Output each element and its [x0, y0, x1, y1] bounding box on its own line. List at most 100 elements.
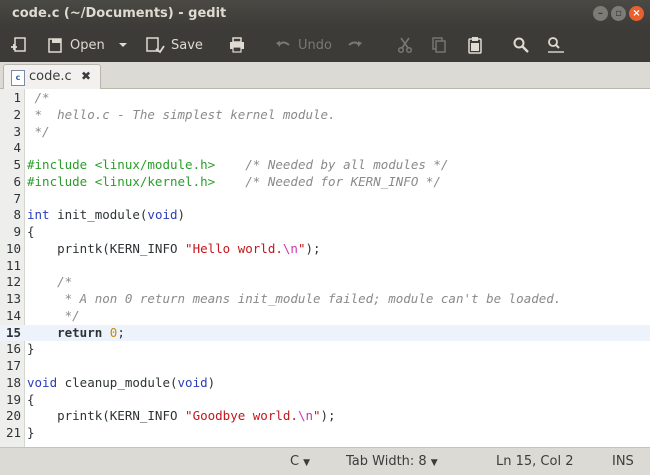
- line-number: 3: [13, 123, 21, 139]
- code-line[interactable]: 11: [0, 258, 650, 275]
- line-number: 21: [5, 425, 21, 440]
- line-number: 15: [5, 324, 21, 340]
- code-line[interactable]: 6 #include <linux/kernel.h> /* Needed for…: [0, 174, 650, 191]
- search-button[interactable]: [512, 28, 530, 62]
- open-button[interactable]: Open: [46, 28, 105, 62]
- new-document-icon: [11, 37, 26, 52]
- code-text[interactable]: }: [27, 425, 35, 442]
- code-text[interactable]: {: [27, 224, 35, 241]
- code-text[interactable]: */: [27, 308, 80, 325]
- line-number: 9: [13, 224, 21, 239]
- redo-button[interactable]: [346, 28, 364, 62]
- code-line[interactable]: 12 /*: [0, 274, 650, 291]
- line-number: 7: [13, 190, 21, 206]
- code-line[interactable]: 17: [0, 358, 650, 375]
- code-line[interactable]: 18 void cleanup_module(void): [0, 375, 650, 392]
- code-text[interactable]: }: [27, 341, 35, 358]
- code-text[interactable]: printk(KERN_INFO "Goodbye world.\n");: [27, 408, 336, 425]
- code-line[interactable]: 9{: [0, 224, 650, 241]
- line-number: 6: [13, 173, 21, 189]
- code-text[interactable]: return 0;: [27, 325, 125, 342]
- code-line[interactable]: 13 * A non 0 return means init_module fa…: [0, 291, 650, 308]
- open-label: Open: [70, 37, 105, 53]
- search-replace-icon: [548, 37, 564, 53]
- line-number: 2: [13, 106, 21, 122]
- code-text[interactable]: /*: [27, 274, 72, 291]
- language-dropdown-icon: ▼: [303, 458, 310, 468]
- search-icon: [513, 37, 529, 53]
- code-text[interactable]: {: [27, 392, 35, 409]
- insert-mode: INS: [612, 454, 634, 469]
- window-controls: – ▫ ×: [593, 6, 644, 21]
- code-text[interactable]: */: [27, 124, 50, 141]
- undo-label: Undo: [298, 37, 332, 53]
- line-number: 11: [5, 257, 21, 273]
- minimize-icon[interactable]: –: [593, 6, 608, 21]
- tab-width-selector[interactable]: Tab Width: 8 ▼: [346, 454, 438, 469]
- code-line[interactable]: 7: [0, 191, 650, 208]
- save-icon: [146, 37, 165, 54]
- code-line[interactable]: 15 return 0;: [0, 324, 650, 342]
- code-text[interactable]: #include <linux/module.h> /* Needed by a…: [27, 157, 448, 174]
- code-text[interactable]: * A non 0 return means init_module faile…: [27, 291, 562, 308]
- text-editor[interactable]: 1 /* 2 * hello.c - The simplest kernel mo…: [0, 89, 650, 447]
- line-number: 16: [5, 341, 21, 357]
- close-icon[interactable]: ×: [629, 6, 644, 21]
- line-number: 5: [13, 157, 21, 172]
- code-line[interactable]: 16}: [0, 341, 650, 358]
- line-number: 13: [5, 291, 21, 306]
- maximize-icon[interactable]: ▫: [611, 6, 626, 21]
- cut-button[interactable]: [396, 28, 414, 62]
- tab-width-label: Tab Width: 8: [346, 454, 427, 469]
- code-text[interactable]: #include <linux/kernel.h> /* Needed for …: [27, 174, 441, 191]
- undo-button[interactable]: Undo: [274, 28, 332, 62]
- code-text[interactable]: printk(KERN_INFO "Hello world.\n");: [27, 241, 320, 258]
- new-document-button[interactable]: [10, 28, 28, 62]
- line-number: 12: [5, 274, 21, 290]
- code-text[interactable]: void cleanup_module(void): [27, 375, 215, 392]
- tab-width-dropdown-icon: ▼: [430, 458, 438, 468]
- c-source-file-icon: c: [11, 70, 25, 86]
- code-line[interactable]: 19 {: [0, 392, 650, 409]
- save-button[interactable]: Save: [145, 28, 203, 62]
- line-number: 10: [5, 240, 21, 256]
- print-button[interactable]: [228, 28, 246, 62]
- title-bar[interactable]: code.c (~/Documents) - gedit – ▫ ×: [0, 0, 650, 28]
- code-line[interactable]: 21}: [0, 425, 650, 442]
- code-line[interactable]: 4: [0, 140, 650, 157]
- undo-icon: [276, 41, 290, 47]
- code-line[interactable]: 3 */: [0, 124, 650, 141]
- print-icon: [230, 37, 244, 53]
- code-line[interactable]: 20 printk(KERN_INFO "Goodbye world.\n");: [0, 408, 650, 425]
- tab-code-c[interactable]: c code.c ✖: [3, 64, 101, 89]
- window-title: code.c (~/Documents) - gedit: [12, 6, 227, 21]
- open-recent-dropdown[interactable]: [118, 28, 128, 62]
- copy-button[interactable]: [430, 28, 448, 62]
- cursor-position: Ln 15, Col 2: [496, 454, 574, 469]
- line-number: 1: [13, 90, 21, 105]
- line-number: 19: [5, 391, 21, 407]
- paste-icon: [468, 37, 482, 54]
- search-replace-button[interactable]: [546, 28, 566, 62]
- status-bar: C ▼ Tab Width: 8 ▼ Ln 15, Col 2 INS: [0, 447, 650, 475]
- language-selector[interactable]: C ▼: [290, 454, 310, 469]
- code-text[interactable]: /*: [27, 90, 50, 107]
- code-line[interactable]: 5 #include <linux/module.h> /* Needed by …: [0, 157, 650, 174]
- code-line[interactable]: 8 int init_module(void): [0, 207, 650, 224]
- cut-icon: [397, 37, 413, 54]
- code-line[interactable]: 1 /*: [0, 90, 650, 107]
- dropdown-arrow-icon: [119, 43, 127, 47]
- copy-icon: [432, 37, 446, 53]
- line-number: 17: [5, 358, 21, 373]
- tab-close-icon[interactable]: ✖: [81, 69, 91, 83]
- line-number: 8: [13, 207, 21, 223]
- paste-button[interactable]: [466, 28, 484, 62]
- code-text[interactable]: * hello.c - The simplest kernel module.: [27, 107, 336, 124]
- line-number: 20: [5, 408, 21, 424]
- document-tab-strip: c code.c ✖: [0, 62, 650, 89]
- code-line[interactable]: 14 */: [0, 308, 650, 325]
- code-text[interactable]: int init_module(void): [27, 207, 185, 224]
- code-line[interactable]: 2 * hello.c - The simplest kernel module…: [0, 107, 650, 124]
- line-number: 4: [13, 140, 21, 156]
- code-line[interactable]: 10 printk(KERN_INFO "Hello world.\n");: [0, 241, 650, 258]
